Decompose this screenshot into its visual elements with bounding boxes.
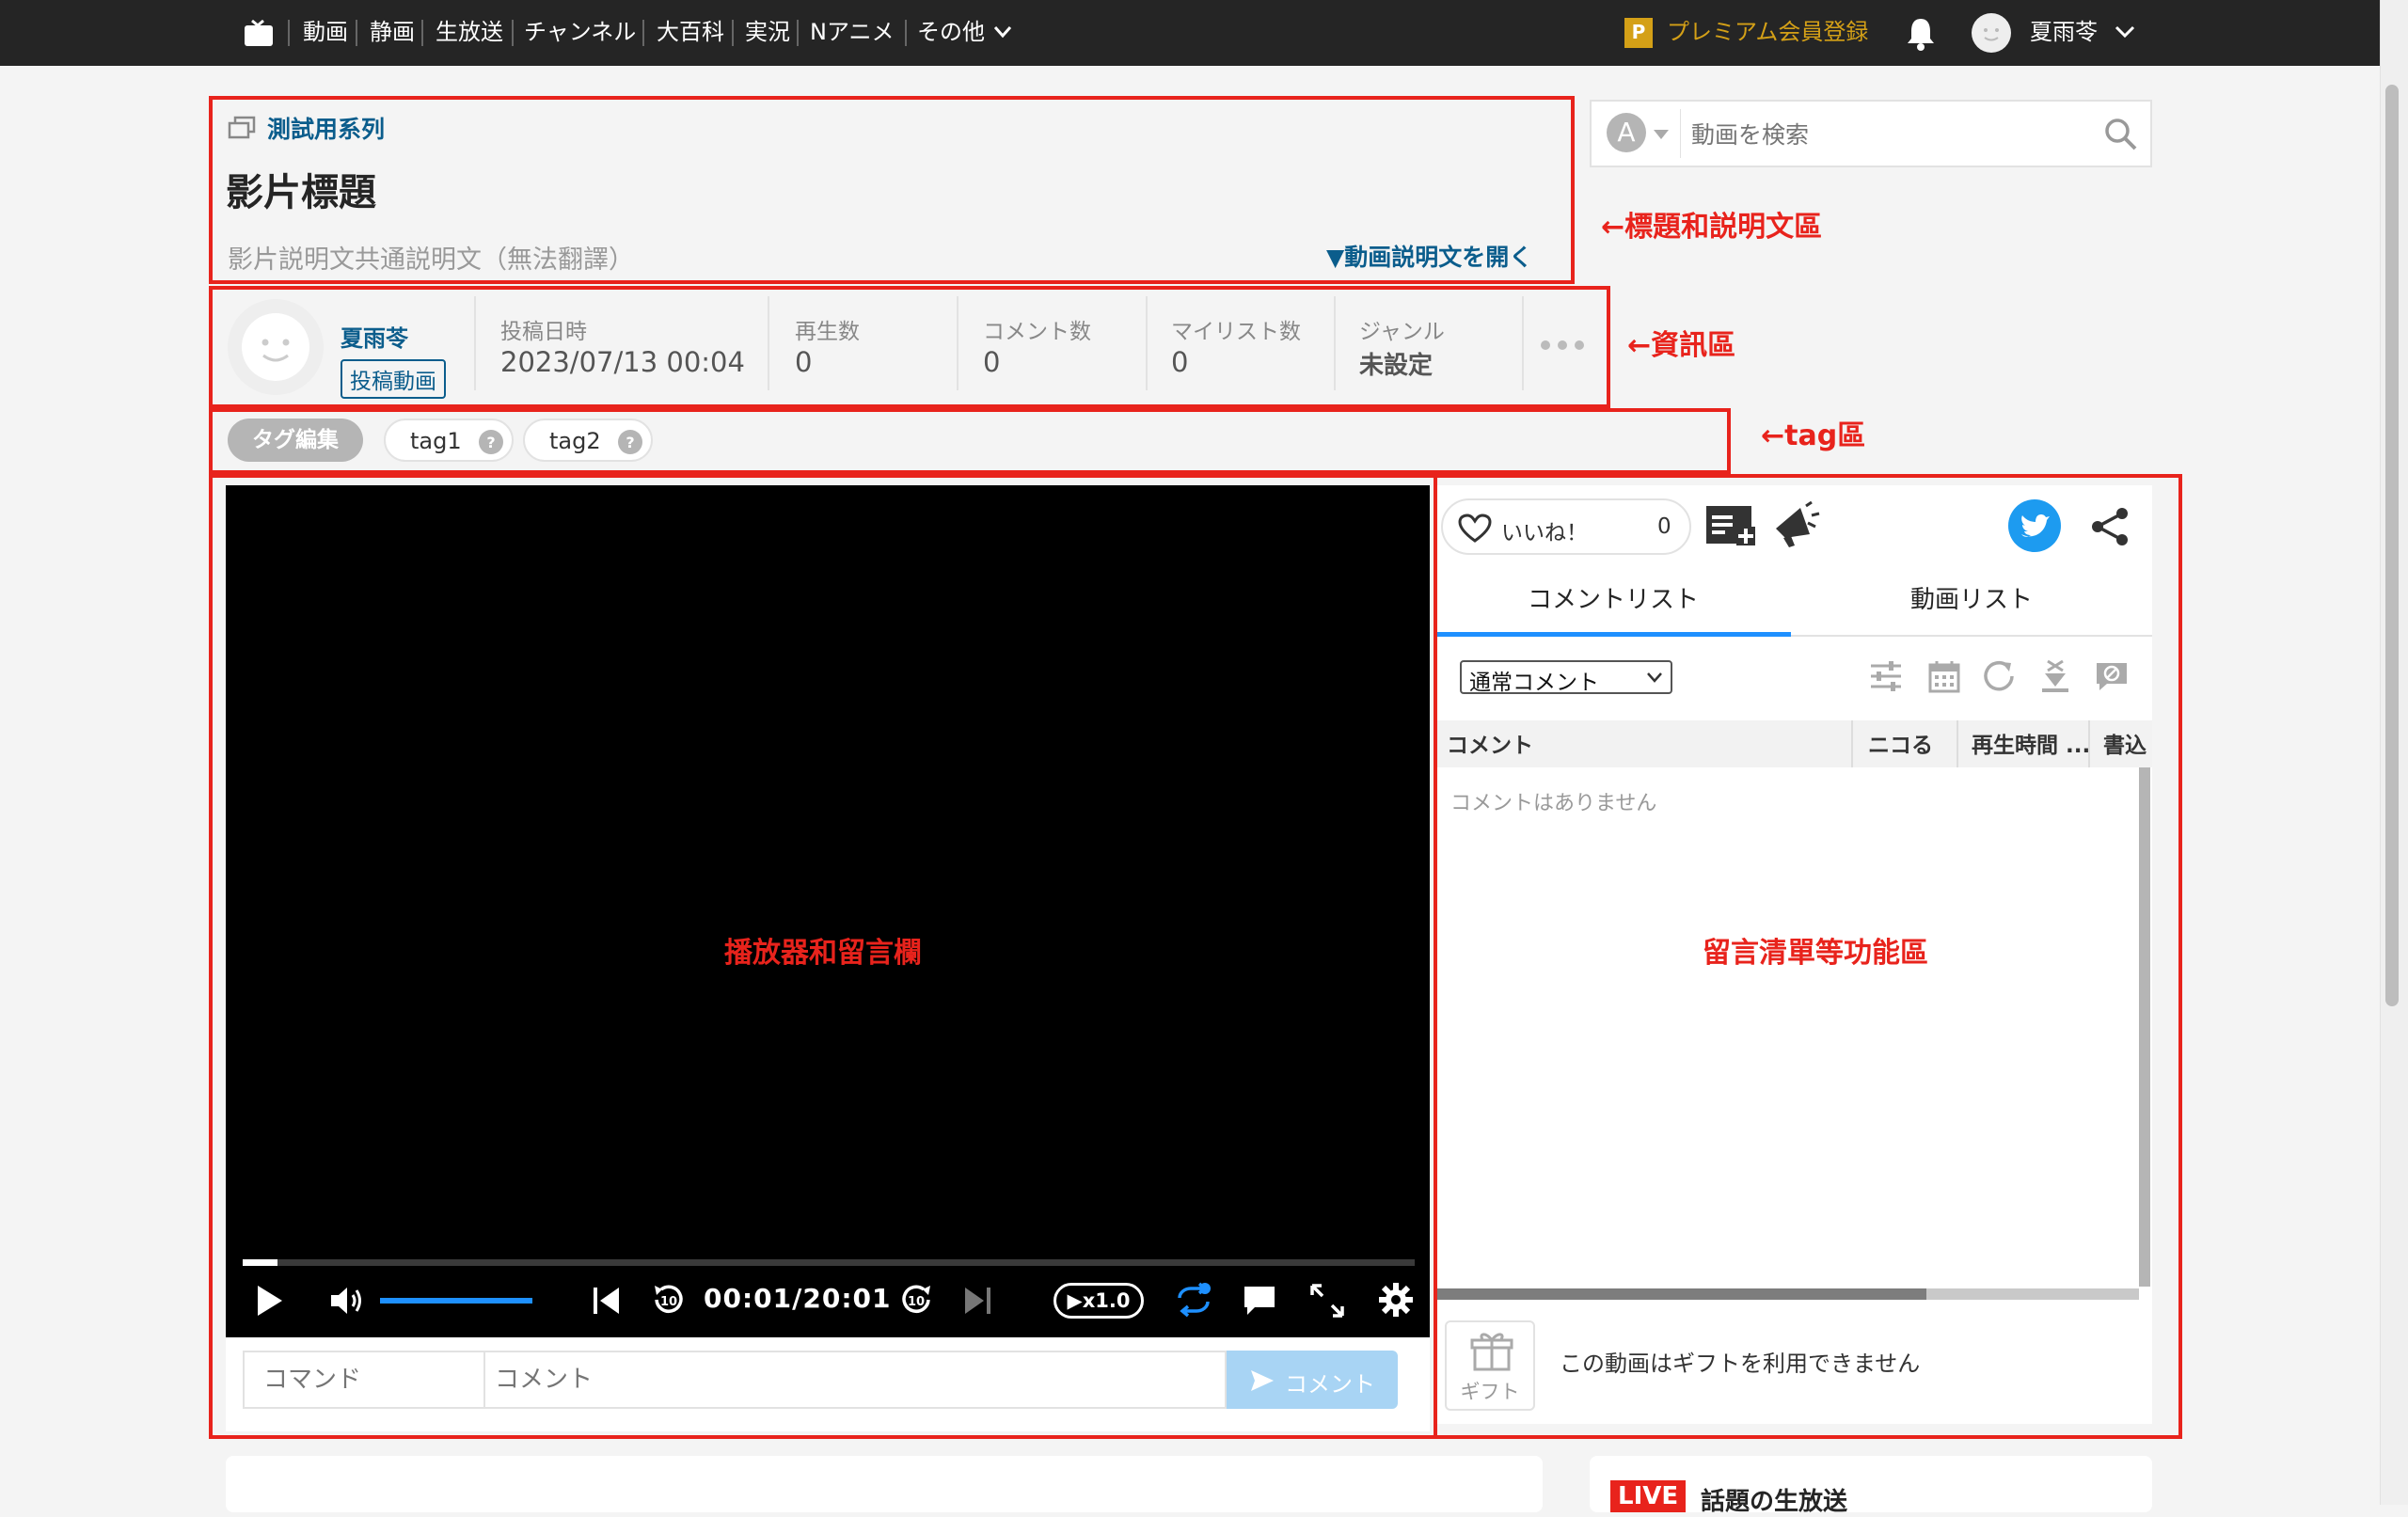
premium-icon[interactable]: P (1624, 18, 1653, 48)
annotation-label-player-area: 播放器和留言欄 (724, 937, 922, 970)
nav-douga[interactable]: 動画 (303, 0, 348, 66)
annotation-label-panel-area: 留言清單等功能區 (1703, 937, 1928, 970)
nav-channel[interactable]: チャンネル (524, 0, 636, 66)
nav-nanime[interactable]: Nアニメ (810, 0, 894, 66)
nav-live[interactable]: 生放送 (436, 0, 503, 66)
annotation-label-info-area: ←資訊區 (1627, 329, 1736, 362)
nav-seiga[interactable]: 静画 (370, 0, 415, 66)
top-navigation-bar: 動画 静画 生放送 チャンネル 大百科 実況 Nアニメ その他 P プレミアム会… (0, 0, 2380, 66)
annotation-label-tag-area: ←tag區 (1761, 419, 1866, 452)
chevron-down-icon[interactable] (993, 24, 1012, 40)
live-card: LIVE 話題の生放送 (1590, 1456, 2152, 1516)
annotation-box-info-area (209, 286, 1610, 408)
bottom-card-left (226, 1456, 1543, 1512)
annotation-box-tag-area (209, 408, 1731, 474)
premium-link[interactable]: プレミアム会員登録 (1667, 0, 1868, 64)
page-scrollbar-thumb[interactable] (2385, 85, 2399, 1006)
user-avatar[interactable] (1972, 13, 2011, 53)
live-section-title[interactable]: 話題の生放送 (1701, 1482, 1847, 1517)
search-type-icon[interactable]: A (1607, 113, 1646, 152)
avatar-face-icon (1984, 28, 1999, 41)
search-icon[interactable] (2103, 117, 2139, 152)
annotation-box-title-area (209, 96, 1575, 284)
niconico-logo-icon[interactable] (243, 19, 275, 47)
nav-others[interactable]: その他 (917, 0, 985, 66)
nav-jikkyo[interactable]: 実況 (745, 0, 790, 66)
live-badge: LIVE (1610, 1480, 1687, 1512)
annotation-label-title-area: ←標題和説明文區 (1601, 211, 1823, 244)
user-menu-chevron-icon[interactable] (2115, 24, 2135, 40)
bell-icon[interactable] (1904, 16, 1938, 52)
search-type-dropdown-icon[interactable] (1652, 128, 1671, 141)
user-name[interactable]: 夏雨苓 (2030, 0, 2098, 64)
search-input[interactable] (1689, 111, 2088, 158)
nav-dic[interactable]: 大百科 (657, 0, 724, 66)
search-box: A (1590, 100, 2152, 167)
